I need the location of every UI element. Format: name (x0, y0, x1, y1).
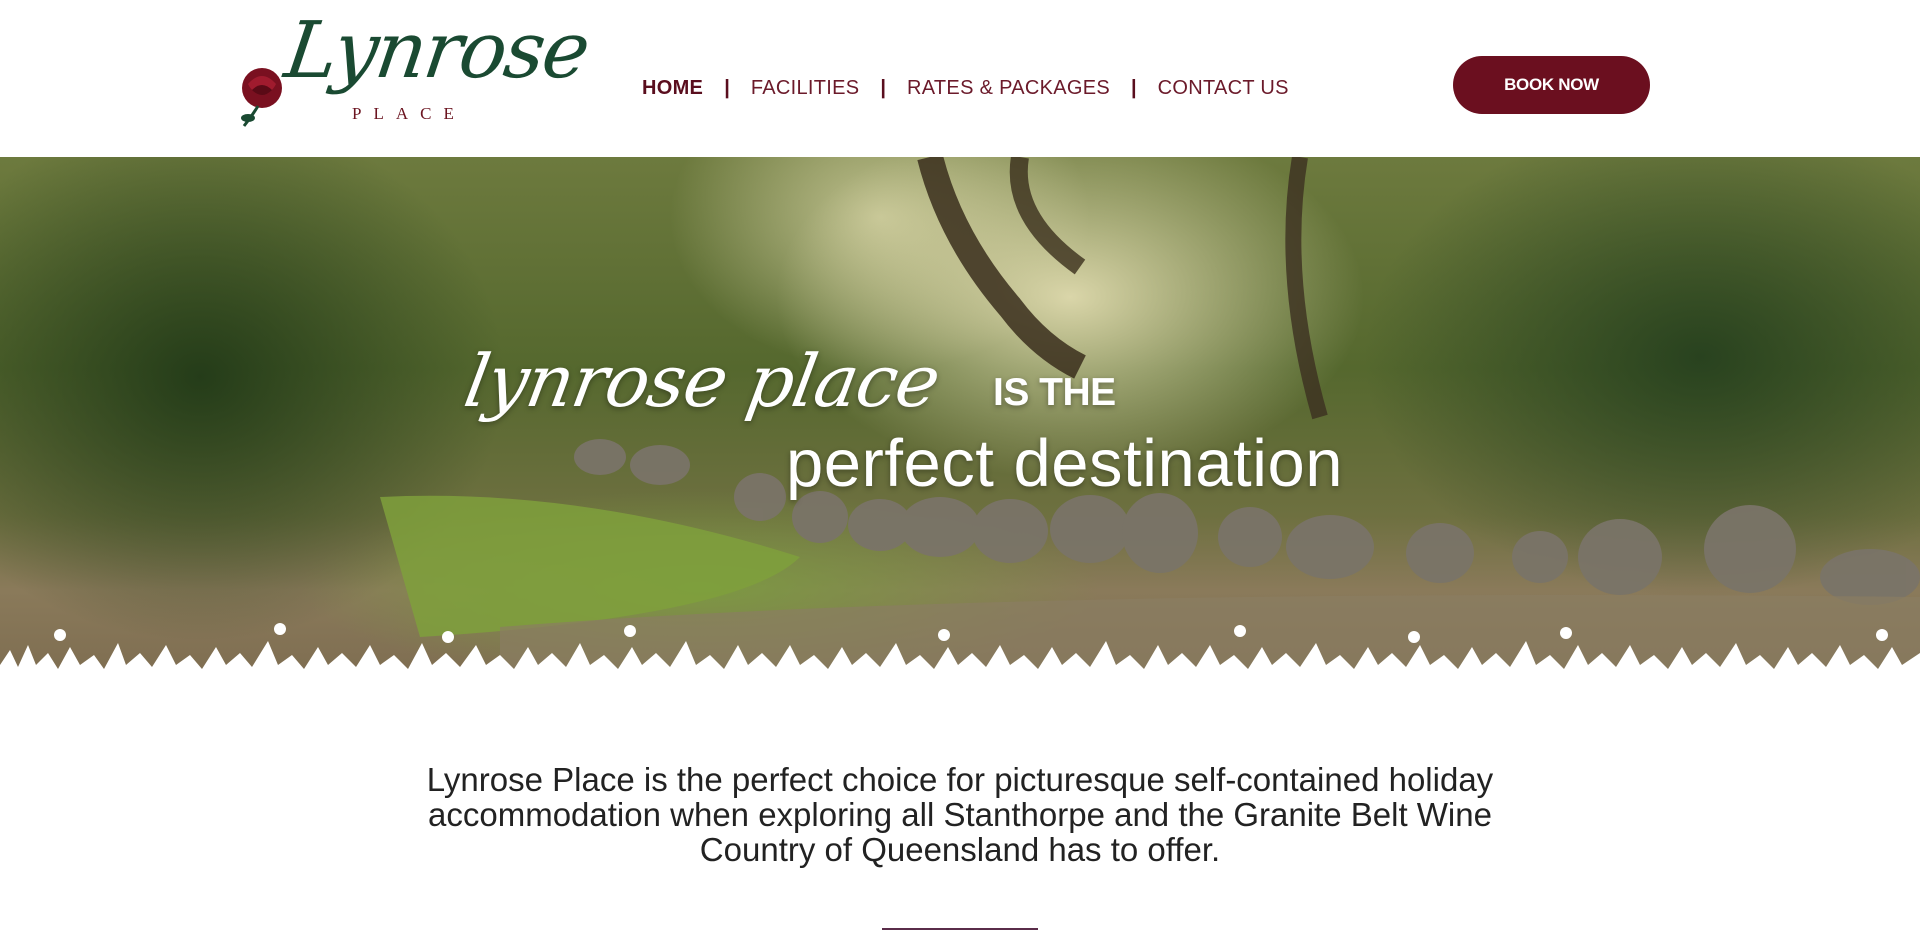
hero-title-script: lynrose place (458, 339, 946, 423)
intro-paragraph: Lynrose Place is the perfect choice for … (426, 761, 1494, 868)
hero-banner: lynrose place IS THE perfect destination (0, 157, 1920, 685)
intro-section: Lynrose Place is the perfect choice for … (0, 762, 1920, 867)
nav-separator: | (880, 76, 887, 99)
site-header: Lynrose PLACE HOME | FACILITIES | RATES … (0, 0, 1920, 157)
nav-contact-us[interactable]: CONTACT US (1158, 77, 1289, 100)
grass-edge-decoration (0, 623, 1920, 685)
nav-separator: | (724, 76, 730, 99)
main-nav: HOME | FACILITIES | RATES & PACKAGES | C… (642, 74, 1289, 102)
hero-title-small: IS THE (993, 371, 1116, 414)
nav-separator: | (1131, 76, 1137, 99)
logo-subtitle: PLACE (352, 104, 466, 123)
hero-title-sub: perfect destination (786, 426, 1344, 501)
book-now-button[interactable]: BOOK NOW (1453, 56, 1650, 114)
nav-rates-packages[interactable]: RATES & PACKAGES (907, 77, 1110, 100)
nav-home[interactable]: HOME (642, 77, 703, 100)
section-divider (882, 928, 1038, 930)
logo-wordmark: Lynrose (279, 6, 594, 96)
site-logo[interactable]: Lynrose PLACE (236, 6, 593, 146)
nav-facilities[interactable]: FACILITIES (751, 77, 860, 100)
